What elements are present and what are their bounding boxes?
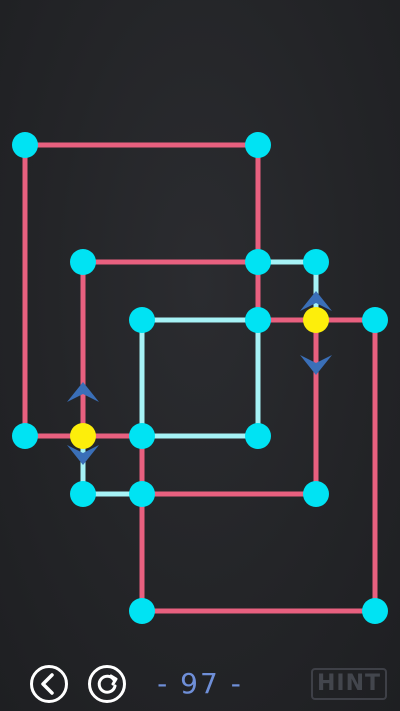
back-arrow-icon bbox=[30, 665, 68, 703]
node[interactable] bbox=[245, 249, 271, 275]
hint-button[interactable]: HINT bbox=[311, 668, 387, 700]
puzzle-board bbox=[12, 132, 388, 624]
node[interactable] bbox=[70, 249, 96, 275]
node[interactable] bbox=[303, 249, 329, 275]
node[interactable] bbox=[129, 481, 155, 507]
node[interactable] bbox=[129, 307, 155, 333]
game-screen: - 97 - HINT bbox=[0, 0, 400, 711]
node[interactable] bbox=[362, 598, 388, 624]
back-button[interactable] bbox=[29, 664, 69, 704]
node[interactable] bbox=[129, 423, 155, 449]
restart-button[interactable] bbox=[87, 664, 127, 704]
active-node[interactable] bbox=[70, 423, 96, 449]
node[interactable] bbox=[303, 481, 329, 507]
node[interactable] bbox=[12, 132, 38, 158]
node[interactable] bbox=[245, 423, 271, 449]
node[interactable] bbox=[245, 132, 271, 158]
node[interactable] bbox=[362, 307, 388, 333]
level-number: - 97 - bbox=[157, 667, 243, 700]
node[interactable] bbox=[245, 307, 271, 333]
active-node[interactable] bbox=[303, 307, 329, 333]
bottom-toolbar: - 97 - HINT bbox=[0, 650, 400, 711]
restart-icon bbox=[88, 665, 126, 703]
node[interactable] bbox=[70, 481, 96, 507]
node[interactable] bbox=[12, 423, 38, 449]
node[interactable] bbox=[129, 598, 155, 624]
